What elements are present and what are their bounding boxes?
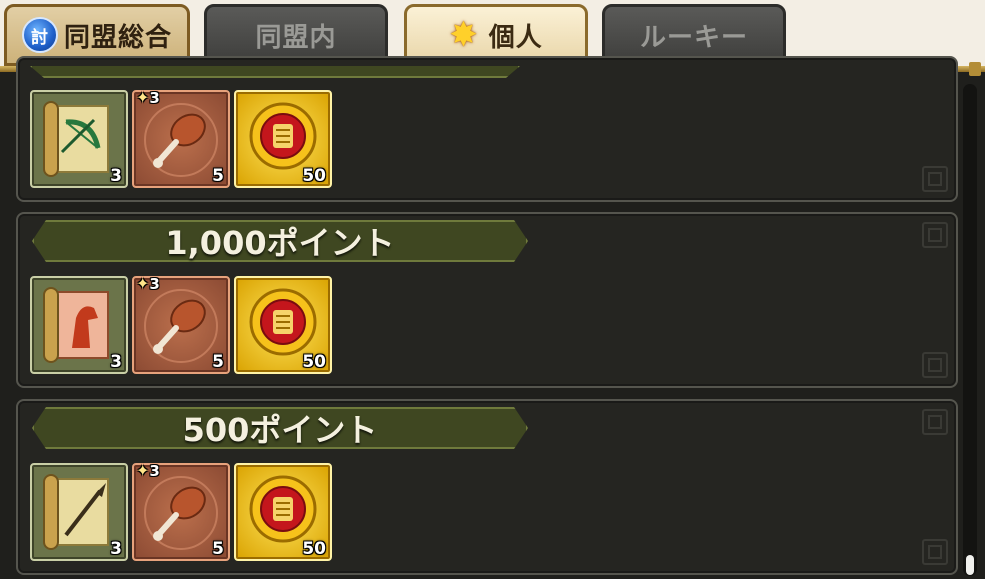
- tier-banner: 500ポイント: [32, 407, 528, 449]
- item-quantity: 3: [110, 352, 122, 372]
- grade-value: 3: [149, 89, 160, 107]
- starburst-icon: ✸: [449, 15, 479, 55]
- item-quantity: 50: [302, 539, 326, 559]
- grade-star-icon: ✦: [136, 461, 150, 480]
- scrollbar-track[interactable]: [963, 84, 977, 576]
- reward-item[interactable]: 50: [234, 463, 332, 561]
- corner-ornament-icon: [922, 409, 948, 435]
- reward-item[interactable]: 50: [234, 90, 332, 188]
- item-quantity: 5: [212, 539, 224, 559]
- item-quantity: 3: [110, 539, 122, 559]
- tier-banner: 1,000ポイント: [32, 220, 528, 262]
- item-quantity: 3: [110, 166, 122, 186]
- item-quantity: 5: [212, 352, 224, 372]
- corner-ornament-icon: [922, 222, 948, 248]
- grade-badge: ✦3: [136, 461, 160, 480]
- reward-item[interactable]: ✦3 5: [132, 461, 230, 561]
- grade-star-icon: ✦: [136, 274, 150, 293]
- tier-banner-partial: [30, 66, 520, 78]
- alliance-emblem-icon: 討: [21, 17, 58, 53]
- grade-star-icon: ✦: [136, 88, 150, 107]
- item-quantity: 5: [212, 166, 224, 186]
- grade-value: 3: [149, 462, 160, 480]
- item-quantity: 50: [302, 352, 326, 372]
- tier-points-label: 1,000ポイント: [165, 224, 395, 262]
- grade-badge: ✦3: [136, 88, 160, 107]
- scrollbar-thumb[interactable]: [966, 555, 974, 575]
- reward-item[interactable]: 3: [30, 90, 128, 188]
- reward-item[interactable]: 3: [30, 276, 128, 374]
- reward-item[interactable]: 50: [234, 276, 332, 374]
- tab-label: 同盟総合: [63, 22, 172, 53]
- divider-cap: [969, 62, 981, 76]
- tab-label: 同盟内: [255, 22, 337, 53]
- tab-label: 個人: [488, 22, 543, 53]
- reward-item[interactable]: ✦3 5: [132, 88, 230, 188]
- tier-points-label: 500ポイント: [182, 411, 378, 449]
- grade-badge: ✦3: [136, 274, 160, 293]
- tab-label: ルーキー: [639, 22, 748, 53]
- item-quantity: 50: [302, 166, 326, 186]
- reward-item[interactable]: 3: [30, 463, 128, 561]
- corner-ornament-icon: [922, 166, 948, 192]
- grade-value: 3: [149, 275, 160, 293]
- corner-ornament-icon: [922, 539, 948, 565]
- corner-ornament-icon: [922, 352, 948, 378]
- reward-item[interactable]: ✦3 5: [132, 274, 230, 374]
